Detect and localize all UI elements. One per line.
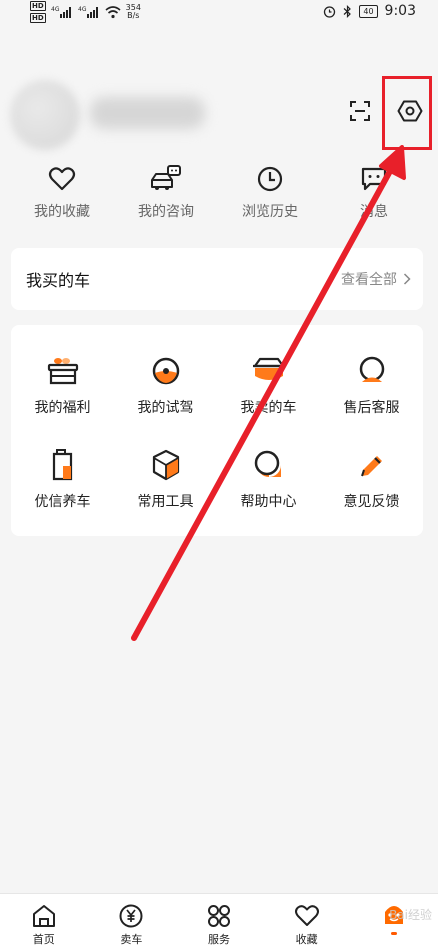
active-indicator xyxy=(391,932,398,935)
quick-consult[interactable]: 我的咨询 xyxy=(114,163,218,221)
quick-favorites[interactable]: 我的收藏 xyxy=(10,163,114,221)
heart-icon xyxy=(294,905,319,926)
avatar[interactable] xyxy=(10,80,80,150)
alarm-icon xyxy=(324,5,336,18)
my-cars-card[interactable]: 我买的车 查看全部 xyxy=(11,248,423,310)
net-speed: 354 B/s xyxy=(126,4,141,20)
service-after-sales[interactable]: 售后客服 xyxy=(320,353,423,417)
svg-text:4G: 4G xyxy=(78,6,87,13)
service-label: 我的试驾 xyxy=(137,400,194,416)
quick-label: 消息 xyxy=(360,204,388,220)
quick-links: 我的收藏 我的咨询 浏览历史 消息 xyxy=(0,163,438,221)
nav-label: 首页 xyxy=(32,933,55,946)
bluetooth-icon xyxy=(343,4,352,18)
cube-tool-icon xyxy=(152,449,179,481)
status-bar: HD HD 4G 4G 354 B/s 40 9:03 xyxy=(0,0,438,26)
bottom-nav: 首页 卖车 服务 收藏 xyxy=(0,893,438,950)
car-box-icon xyxy=(252,357,285,380)
quick-label: 我的咨询 xyxy=(138,204,194,220)
grid-services-icon xyxy=(207,905,230,927)
quick-label: 我的收藏 xyxy=(34,204,90,220)
nav-label: 卖车 xyxy=(120,933,143,946)
nav-label: 服务 xyxy=(207,933,230,946)
quick-messages[interactable]: 消息 xyxy=(322,163,426,221)
username[interactable] xyxy=(90,97,205,129)
battery-indicator: 40 xyxy=(359,4,378,18)
hd-badge: HD xyxy=(30,13,46,23)
services-grid: 我的福利 我的试驾 我卖的车 售后客服 优信养车 常用工具 帮助中心 意见反馈 xyxy=(11,325,423,536)
pencil-feedback-icon xyxy=(360,456,382,477)
wifi-icon xyxy=(105,6,121,19)
car-chat-icon xyxy=(151,165,181,190)
service-label: 意见反馈 xyxy=(343,494,400,510)
nav-label: 收藏 xyxy=(295,933,318,946)
steering-wheel-icon xyxy=(152,357,179,385)
service-label: 优信养车 xyxy=(34,494,91,510)
hd-badge: HD xyxy=(30,1,46,11)
nav-home[interactable]: 首页 xyxy=(0,894,88,950)
net-speed-unit: B/s xyxy=(127,11,140,20)
scan-button[interactable] xyxy=(344,95,376,127)
service-welfare[interactable]: 我的福利 xyxy=(11,353,114,417)
highlight-box xyxy=(382,76,432,150)
service-label: 售后客服 xyxy=(343,400,400,416)
service-label: 我卖的车 xyxy=(240,400,297,416)
service-car-care[interactable]: 优信养车 xyxy=(11,447,114,511)
home-icon xyxy=(32,905,55,927)
watermark: Bai经验 xyxy=(389,908,432,922)
yen-coin-icon xyxy=(119,904,143,928)
service-label: 我的福利 xyxy=(34,400,91,416)
clock-time: 9:03 xyxy=(384,3,416,19)
my-cars-title: 我买的车 xyxy=(26,271,91,290)
nav-favorites[interactable]: 收藏 xyxy=(263,894,351,950)
service-sold-cars[interactable]: 我卖的车 xyxy=(217,353,320,417)
nav-sell[interactable]: 卖车 xyxy=(88,894,176,950)
message-icon xyxy=(361,167,387,191)
gift-basket-icon xyxy=(47,358,78,385)
signal-icon: 4G xyxy=(51,6,71,18)
help-bubble-icon xyxy=(254,450,281,477)
scan-icon xyxy=(350,101,370,121)
oil-can-icon xyxy=(52,449,72,481)
clock-icon xyxy=(257,166,283,192)
quick-label: 浏览历史 xyxy=(242,204,298,220)
svg-text:4G: 4G xyxy=(51,6,60,13)
nav-services[interactable]: 服务 xyxy=(175,894,263,950)
view-all-link[interactable]: 查看全部 xyxy=(341,269,411,289)
view-all-label: 查看全部 xyxy=(341,272,397,288)
service-label: 帮助中心 xyxy=(240,494,297,510)
heart-icon xyxy=(48,167,76,191)
service-feedback[interactable]: 意见反馈 xyxy=(320,447,423,511)
chevron-right-icon xyxy=(403,273,411,285)
quick-history[interactable]: 浏览历史 xyxy=(218,163,322,221)
service-help-center[interactable]: 帮助中心 xyxy=(217,447,320,511)
service-test-drive[interactable]: 我的试驾 xyxy=(114,353,217,417)
service-label: 常用工具 xyxy=(137,494,194,510)
service-tools[interactable]: 常用工具 xyxy=(114,447,217,511)
signal-icon: 4G xyxy=(78,6,98,18)
customer-service-icon xyxy=(359,356,384,382)
